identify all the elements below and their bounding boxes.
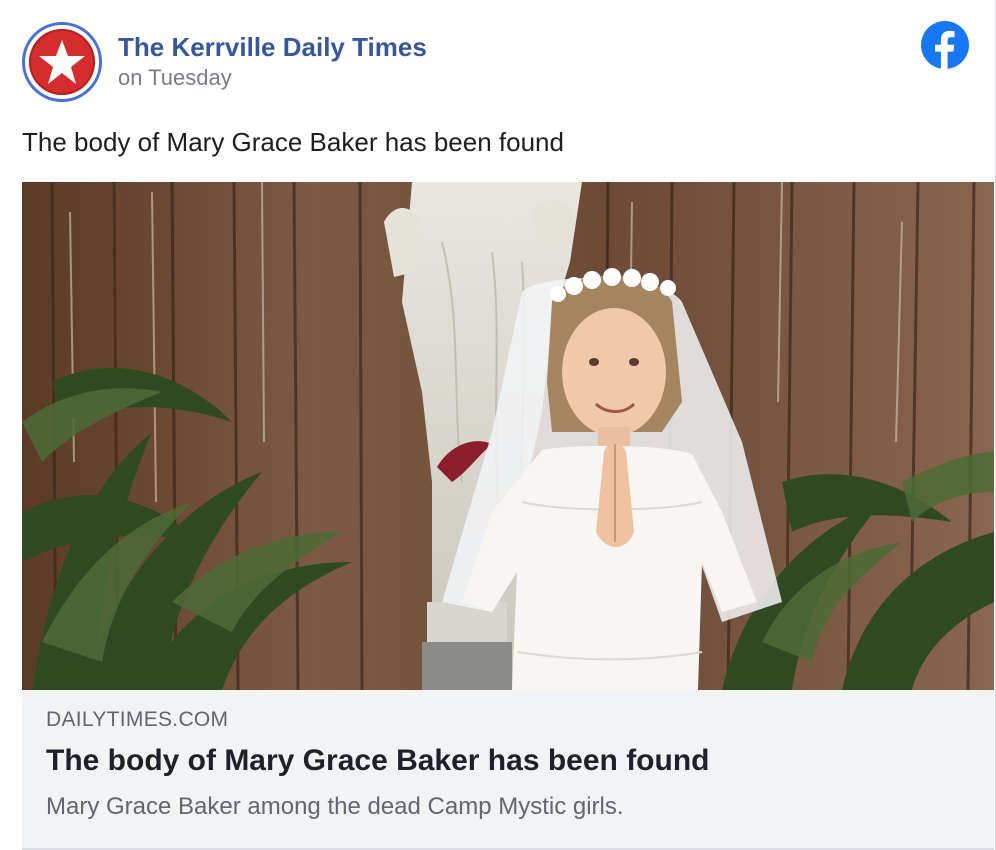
red-star-logo-icon [29, 29, 95, 95]
post-message: The body of Mary Grace Baker has been fo… [22, 127, 564, 157]
post-timestamp[interactable]: on Tuesday [118, 64, 427, 92]
photo-illustration [22, 182, 994, 690]
post-photo[interactable] [22, 182, 994, 690]
link-preview-card[interactable]: DAILYTIMES.COM The body of Mary Grace Ba… [22, 690, 994, 850]
page-name-link[interactable]: The Kerrville Daily Times [118, 32, 427, 62]
post-header: The Kerrville Daily Times on Tuesday [22, 22, 427, 102]
facebook-post-embed: The Kerrville Daily Times on Tuesday The… [0, 0, 996, 850]
link-title[interactable]: The body of Mary Grace Baker has been fo… [46, 742, 710, 780]
facebook-icon[interactable] [921, 21, 969, 69]
link-domain: DAILYTIMES.COM [46, 708, 229, 731]
post-meta: The Kerrville Daily Times on Tuesday [118, 32, 427, 92]
link-description: Mary Grace Baker among the dead Camp Mys… [46, 793, 624, 820]
page-avatar[interactable] [22, 22, 102, 102]
